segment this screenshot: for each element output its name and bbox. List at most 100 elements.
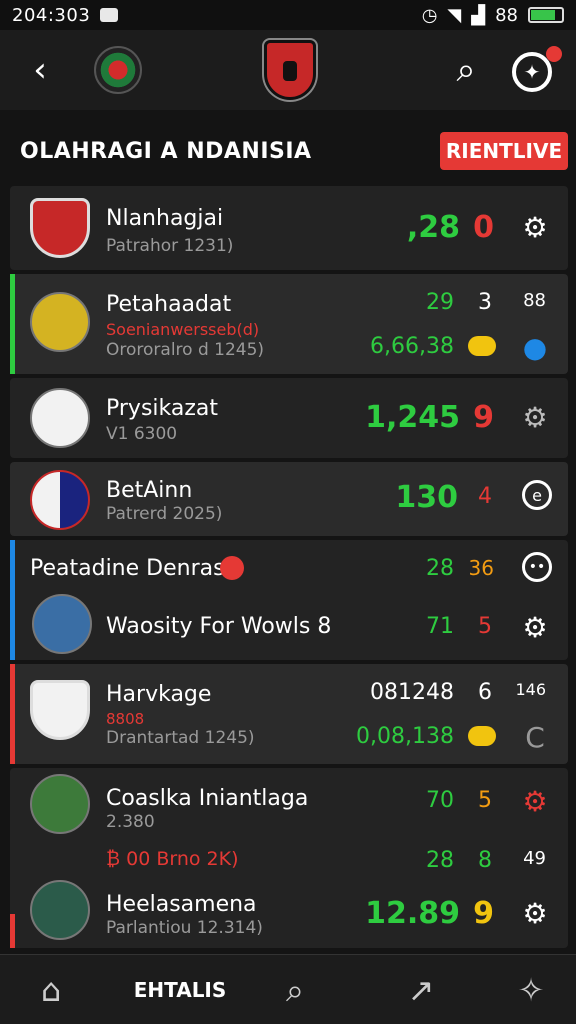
- player-avatar: [30, 880, 90, 940]
- stat-secondary: 5: [478, 788, 492, 813]
- list-item[interactable]: Harvkage 8808 Drantartad 1245) 081248 6 …: [10, 664, 568, 764]
- nav-item-ehtalis[interactable]: EHTALIS: [120, 965, 240, 1015]
- gear-icon[interactable]: ⚙: [518, 610, 552, 644]
- team-crest-icon: [30, 198, 90, 258]
- stat-value: 71: [426, 614, 454, 639]
- status-icons: ◷ ◥ ▟ 88: [422, 5, 564, 26]
- promo-text[interactable]: ₿ 00 Brno 2K): [106, 848, 239, 871]
- stat-tertiary: 88: [523, 290, 546, 311]
- notification-badge: [546, 46, 562, 62]
- score-secondary: 0: [473, 210, 494, 245]
- stat-secondary: 5: [478, 614, 492, 639]
- nav-label: EHTALIS: [133, 978, 227, 1002]
- team-name: Harvkage: [106, 682, 212, 707]
- score-value: 130: [395, 480, 458, 515]
- team-name: Prysikazat: [106, 396, 219, 421]
- team-subtitle: Orororalro d 1245): [106, 340, 265, 360]
- battery-icon: [528, 7, 564, 23]
- team-name: Heelasamena: [106, 892, 257, 917]
- stat-secondary: 36: [468, 556, 494, 580]
- stat-secondary: 3: [478, 290, 492, 315]
- stat-tertiary: 146: [515, 680, 546, 699]
- team-crest-icon: [30, 680, 90, 740]
- score-value: 1,245: [365, 400, 460, 435]
- list-item[interactable]: BetAinn Patrerd 2025) 130 4 e: [10, 462, 568, 536]
- bottom-nav: ⌂ EHTALIS ⌕ ↗ ✧: [0, 954, 576, 1024]
- player-avatar: [32, 594, 92, 654]
- team-name: Nlanhagjai: [106, 206, 224, 231]
- odds-value: 0,08,138: [356, 724, 454, 749]
- home-icon[interactable]: ⌂: [26, 965, 76, 1015]
- section-header: OLAHRAGI A NDANISIA RIENTLIVE: [0, 122, 576, 180]
- match-title: Peatadine Denrast: [30, 556, 234, 581]
- live-button[interactable]: RIENTLIVE: [440, 132, 568, 170]
- chevron-badge-icon[interactable]: [468, 726, 496, 746]
- stat-value: 081248: [370, 680, 454, 705]
- team-crest-icon: [30, 388, 90, 448]
- alarm-icon: ◷: [421, 4, 438, 26]
- stat-value: 28: [426, 848, 454, 873]
- message-icon: [100, 8, 119, 22]
- search-icon[interactable]: ⌕: [270, 965, 320, 1015]
- stat-tertiary: 49: [523, 848, 546, 869]
- gear-icon[interactable]: ⚙: [518, 210, 552, 244]
- app-header: ‹ ⌕ ✦: [0, 30, 576, 110]
- discord-icon[interactable]: ●: [518, 330, 552, 364]
- trophy-icon[interactable]: ✧: [506, 965, 556, 1015]
- status-time: 204:303: [12, 4, 91, 26]
- list-item[interactable]: Petahaadat Soenianwersseb(d) Orororalro …: [10, 274, 568, 374]
- team-subtitle: Patrerd 2025): [106, 504, 223, 524]
- team-crest-icon: [30, 470, 90, 530]
- gear-icon[interactable]: ⚙: [518, 896, 552, 930]
- odds-value: 6,66,38: [370, 334, 454, 359]
- team-subtitle: V1 6300: [106, 424, 178, 444]
- section-title: OLAHRAGI A NDANISIA: [20, 138, 312, 164]
- score-value: ,28: [406, 210, 460, 245]
- battery-text: 88: [495, 4, 518, 26]
- league-logo[interactable]: [94, 46, 142, 94]
- stats-icon[interactable]: ↗: [396, 965, 446, 1015]
- team-subtitle: Parlantiou 12.314): [106, 918, 263, 938]
- back-icon[interactable]: ‹: [14, 44, 66, 96]
- ball-icon[interactable]: ✦: [512, 52, 552, 92]
- team-name: Petahaadat: [106, 292, 232, 317]
- team-tagline: Soenianwersseb(d): [106, 320, 260, 339]
- score-secondary: 4: [478, 484, 492, 509]
- info-icon[interactable]: e: [522, 480, 552, 510]
- player-avatar: [30, 774, 90, 834]
- team-name: BetAinn: [106, 478, 193, 503]
- signal-icon: ▟: [471, 4, 486, 26]
- team-tagline: 8808: [106, 710, 145, 728]
- team-subtitle: 2.380: [106, 812, 155, 832]
- list-item[interactable]: Coaslka Iniantlaga 2.380 70 5 ⚙ ₿ 00 Brn…: [10, 768, 568, 948]
- stat-value: 28: [426, 556, 454, 581]
- match-subtitle: Waosity For Wowls 8: [106, 614, 332, 639]
- player-avatar: [30, 292, 90, 352]
- row-accent-bar: [10, 914, 15, 948]
- status-bar: 204:303 ◷ ◥ ▟ 88: [0, 0, 576, 30]
- score-value: 12.89: [365, 896, 460, 931]
- list-item[interactable]: Prysikazat V1 6300 1,245 9 ⚙: [10, 378, 568, 458]
- wifi-icon: ◥: [447, 4, 462, 26]
- stat-value: 70: [426, 788, 454, 813]
- smiley-icon[interactable]: ••: [522, 552, 552, 582]
- score-secondary: 9: [473, 400, 494, 435]
- row-accent-bar: [10, 664, 15, 764]
- row-accent-bar: [10, 274, 15, 374]
- list-item[interactable]: Nlanhagjai Patrahor 1231) ,28 0 ⚙: [10, 186, 568, 270]
- chevron-badge-icon[interactable]: [468, 336, 496, 356]
- row-accent-bar: [10, 540, 15, 660]
- gear-icon[interactable]: ⚙: [518, 400, 552, 434]
- list-item[interactable]: Peatadine Denrast Waosity For Wowls 8 28…: [10, 540, 568, 660]
- search-icon[interactable]: ⌕: [440, 44, 492, 96]
- alert-gear-icon[interactable]: ⚙: [518, 784, 552, 818]
- stat-secondary: 6: [478, 680, 492, 705]
- club-crest-logo: [264, 40, 316, 100]
- live-dot-icon: [220, 556, 244, 580]
- team-name: Coaslka Iniantlaga: [106, 786, 309, 811]
- stat-secondary: 8: [478, 848, 492, 873]
- team-subtitle: Drantartad 1245): [106, 728, 255, 748]
- refresh-icon[interactable]: C: [518, 720, 552, 754]
- team-subtitle: Patrahor 1231): [106, 236, 234, 256]
- stat-value: 29: [426, 290, 454, 315]
